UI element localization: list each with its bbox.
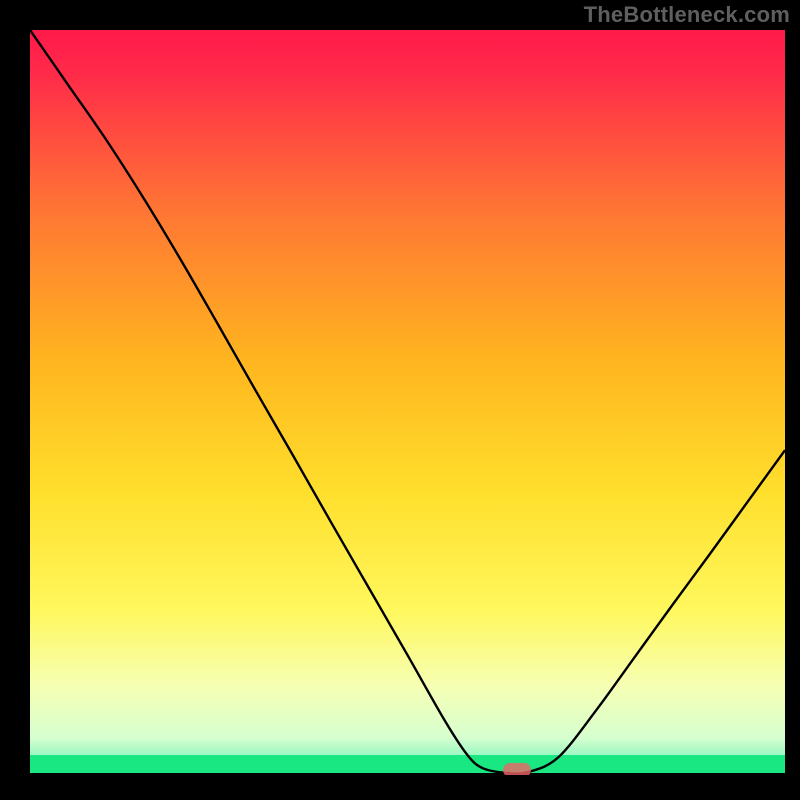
chart-frame: TheBottleneck.com — [0, 0, 800, 800]
plot-area — [30, 30, 785, 775]
optimal-point-marker — [503, 763, 531, 775]
watermark-label: TheBottleneck.com — [584, 4, 790, 26]
bottleneck-curve — [30, 30, 785, 775]
